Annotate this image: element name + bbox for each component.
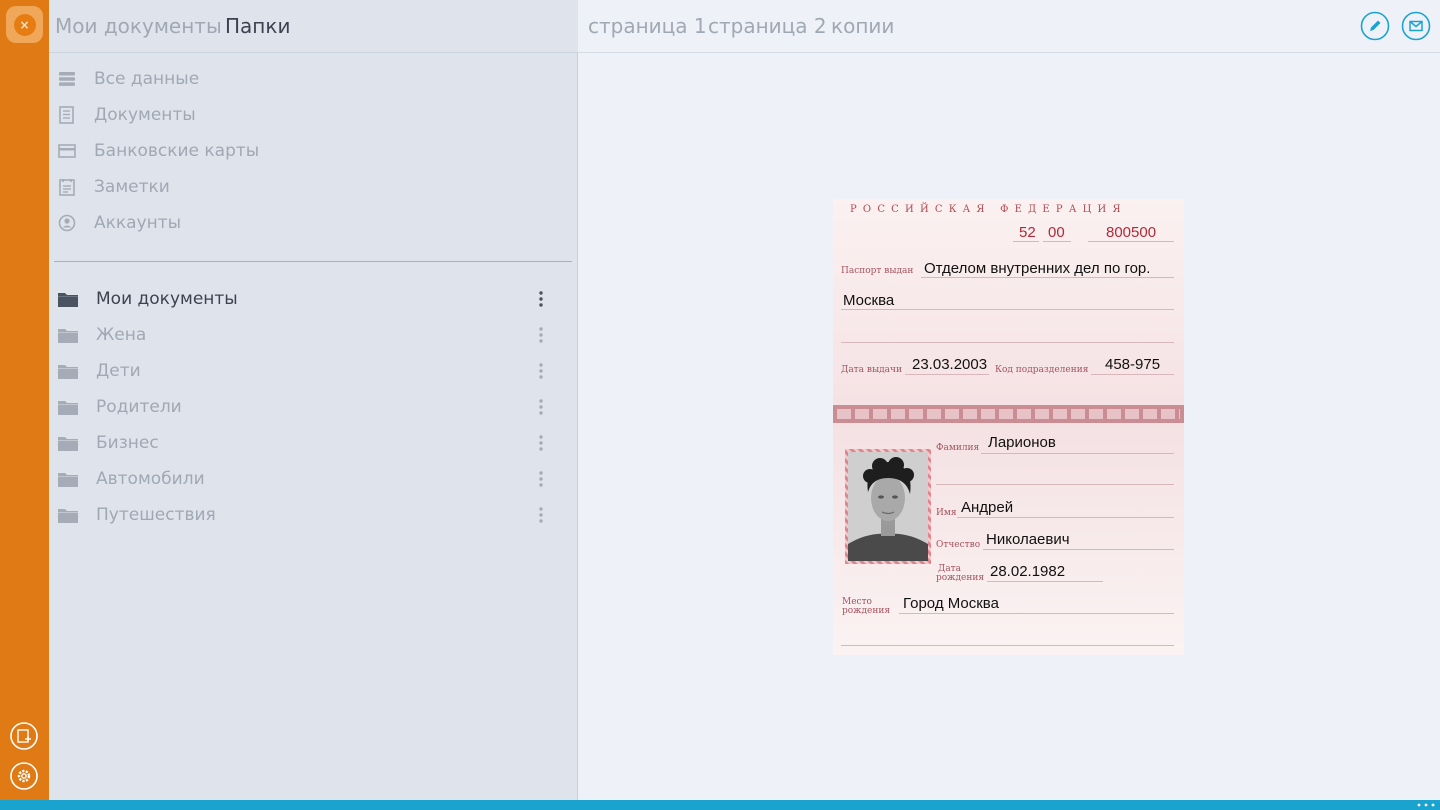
tab-folders[interactable]: Папки <box>225 14 290 38</box>
issued-by-line2: Москва <box>843 292 895 309</box>
folder-label: Бизнес <box>96 433 159 453</box>
more-options-icon[interactable] <box>535 432 547 454</box>
document-header: страница 1 страница 2 копии <box>578 0 1440 53</box>
portrait-photo-icon <box>848 452 928 561</box>
passport-series-2: 00 <box>1048 224 1065 241</box>
passport-fold-strip <box>833 405 1184 423</box>
document-viewer: РОССИЙСКАЯ ФЕДЕРАЦИЯ 52 00 800500 Паспор… <box>578 53 1440 800</box>
passport-country: РОССИЙСКАЯ ФЕДЕРАЦИЯ <box>850 204 1127 215</box>
tab-page-1[interactable]: страница 1 <box>588 14 707 38</box>
passport-number: 800500 <box>1106 224 1157 241</box>
surname: Ларионов <box>988 434 1056 451</box>
patronymic-label: Отчество <box>936 540 981 550</box>
passport-photo <box>848 452 928 561</box>
folder-travel[interactable]: Путешествия <box>49 498 578 532</box>
category-label: Все данные <box>94 69 200 89</box>
folder-wife[interactable]: Жена <box>49 318 578 352</box>
name-label: Имя <box>936 508 957 518</box>
mail-icon[interactable] <box>1401 11 1431 41</box>
notes-icon <box>59 179 75 196</box>
issue-date-label: Дата выдачи <box>841 365 902 375</box>
issued-by-label: Паспорт выдан <box>841 266 914 276</box>
more-options-icon[interactable] <box>535 324 547 346</box>
more-options-icon[interactable] <box>1416 802 1436 808</box>
app-bottom-bar <box>0 800 1440 810</box>
folder-cars[interactable]: Автомобили <box>49 462 578 496</box>
card-icon <box>58 144 76 158</box>
document-icon <box>59 106 74 124</box>
close-app-icon[interactable]: × <box>6 6 43 43</box>
folder-icon <box>58 401 78 415</box>
category-label: Документы <box>94 105 196 125</box>
database-icon <box>59 72 75 86</box>
folder-label: Путешествия <box>96 505 216 525</box>
passport-series-1: 52 <box>1019 224 1036 241</box>
category-bank-cards[interactable]: Банковские карты <box>49 134 578 168</box>
edit-pencil-icon[interactable] <box>1360 11 1390 41</box>
category-label: Банковские карты <box>94 141 260 161</box>
category-label: Аккаунты <box>94 213 182 233</box>
more-options-icon[interactable] <box>535 360 547 382</box>
first-name: Андрей <box>961 499 1014 516</box>
account-icon <box>58 214 76 232</box>
birth-place: Город Москва <box>903 595 999 612</box>
patronymic: Николаевич <box>986 531 1070 548</box>
birth-place-label-2: рождения <box>842 606 891 616</box>
tab-my-documents[interactable]: Мои документы <box>55 14 222 38</box>
folder-label: Автомобили <box>96 469 205 489</box>
category-accounts[interactable]: Аккаунты <box>49 206 578 240</box>
more-options-icon[interactable] <box>535 288 547 310</box>
category-label: Заметки <box>94 177 170 197</box>
folder-icon <box>58 329 78 343</box>
folders-panel: Все данные Документы Банковские карты За… <box>49 53 578 800</box>
surname-label: Фамилия <box>936 443 980 453</box>
folder-icon <box>58 473 78 487</box>
folder-business[interactable]: Бизнес <box>49 426 578 460</box>
birth-date-label-2: рождения <box>936 573 985 583</box>
folder-label: Мои документы <box>96 289 238 309</box>
passport-photo-frame <box>845 449 931 564</box>
folder-icon <box>58 293 78 307</box>
folder-icon <box>58 509 78 523</box>
issued-by-line1: Отделом внутренних дел по гор. <box>924 260 1151 277</box>
passport-top-page: РОССИЙСКАЯ ФЕДЕРАЦИЯ 52 00 800500 Паспор… <box>833 199 1184 405</box>
folder-my-documents[interactable]: Мои документы <box>49 282 578 316</box>
folder-label: Жена <box>96 325 147 345</box>
category-notes[interactable]: Заметки <box>49 170 578 204</box>
more-options-icon[interactable] <box>535 468 547 490</box>
more-options-icon[interactable] <box>535 504 547 526</box>
app-rail: × <box>0 0 49 800</box>
folder-label: Родители <box>96 397 182 417</box>
dept-code-label: Код подразделения <box>995 365 1089 375</box>
left-header: Мои документы Папки <box>49 0 578 53</box>
folder-label: Дети <box>96 361 141 381</box>
category-all-data[interactable]: Все данные <box>49 62 578 96</box>
more-options-icon[interactable] <box>535 396 547 418</box>
folder-icon <box>58 365 78 379</box>
folder-icon <box>58 437 78 451</box>
category-documents[interactable]: Документы <box>49 98 578 132</box>
settings-gear-icon[interactable] <box>9 761 39 791</box>
passport-image: РОССИЙСКАЯ ФЕДЕРАЦИЯ 52 00 800500 Паспор… <box>833 199 1184 655</box>
birth-date: 28.02.1982 <box>990 563 1066 580</box>
divider <box>54 261 572 262</box>
issue-date: 23.03.2003 <box>912 356 988 373</box>
tab-copies[interactable]: копии <box>831 14 894 38</box>
folder-parents[interactable]: Родители <box>49 390 578 424</box>
add-folder-icon[interactable] <box>9 721 39 751</box>
tab-page-2[interactable]: страница 2 <box>708 14 827 38</box>
dept-code: 458-975 <box>1105 356 1161 373</box>
folder-children[interactable]: Дети <box>49 354 578 388</box>
